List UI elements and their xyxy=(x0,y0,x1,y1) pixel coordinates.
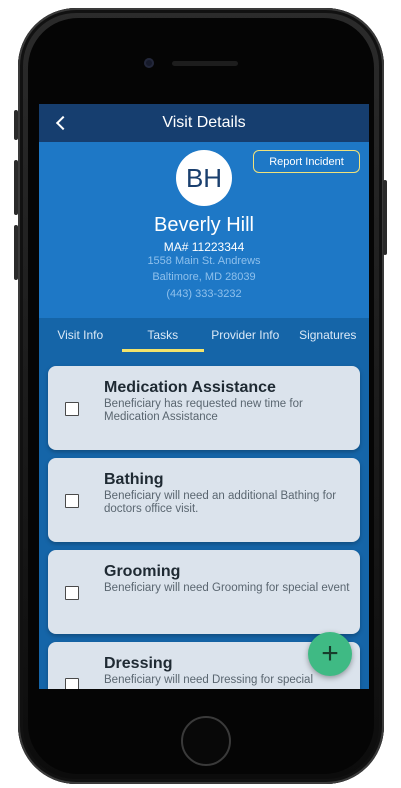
tab-tasks[interactable]: Tasks xyxy=(121,318,205,352)
task-title: Dressing xyxy=(104,655,173,672)
power-button xyxy=(383,180,387,255)
patient-address-line2: Baltimore, MD 28039 xyxy=(152,271,256,283)
report-incident-button[interactable]: Report Incident xyxy=(253,150,360,173)
task-description: Beneficiary will need Dressing for speci… xyxy=(104,674,314,686)
task-title: Medication Assistance xyxy=(104,379,276,396)
task-checkbox[interactable] xyxy=(65,402,79,416)
front-camera xyxy=(144,58,154,68)
task-checkbox[interactable] xyxy=(65,494,79,508)
earpiece-speaker xyxy=(172,61,238,66)
mute-switch xyxy=(14,110,18,140)
avatar: BH xyxy=(176,150,232,206)
patient-phone[interactable]: (443) 333-3232 xyxy=(39,288,369,300)
patient-header: BH Report Incident Beverly Hill MA# 1122… xyxy=(39,142,369,318)
patient-ma-number: MA# 11223344 xyxy=(163,240,245,254)
add-task-button[interactable]: + xyxy=(308,632,352,676)
task-title: Bathing xyxy=(104,471,164,488)
volume-down-button xyxy=(14,225,18,280)
tab-bar: Visit Info Tasks Provider Info Signature… xyxy=(39,318,369,352)
task-checkbox[interactable] xyxy=(65,678,79,689)
app-screen: Visit Details BH Report Incident Beverly… xyxy=(39,104,369,689)
chevron-left-icon[interactable] xyxy=(51,113,71,133)
task-checkbox[interactable] xyxy=(65,586,79,600)
top-app-bar: Visit Details xyxy=(39,104,369,142)
task-card[interactable]: Bathing Beneficiary will need an additio… xyxy=(48,458,360,542)
task-title: Grooming xyxy=(104,563,181,580)
patient-name: Beverly Hill xyxy=(153,214,255,236)
task-card[interactable]: Medication Assistance Beneficiary has re… xyxy=(48,366,360,450)
task-card[interactable]: Grooming Beneficiary will need Grooming … xyxy=(48,550,360,634)
tab-visit-info[interactable]: Visit Info xyxy=(39,318,122,352)
tab-signatures[interactable]: Signatures xyxy=(287,318,370,352)
volume-up-button xyxy=(14,160,18,215)
plus-icon: + xyxy=(321,637,339,670)
home-button[interactable] xyxy=(181,716,231,766)
tab-provider-info[interactable]: Provider Info xyxy=(204,318,287,352)
task-description: Beneficiary has requested new time for M… xyxy=(104,398,303,423)
task-description: Beneficiary will need an additional Bath… xyxy=(104,490,337,515)
patient-address-line1: 1558 Main St. Andrews xyxy=(147,255,261,267)
task-description: Beneficiary will need Grooming for speci… xyxy=(104,582,350,594)
page-title: Visit Details xyxy=(162,114,246,131)
